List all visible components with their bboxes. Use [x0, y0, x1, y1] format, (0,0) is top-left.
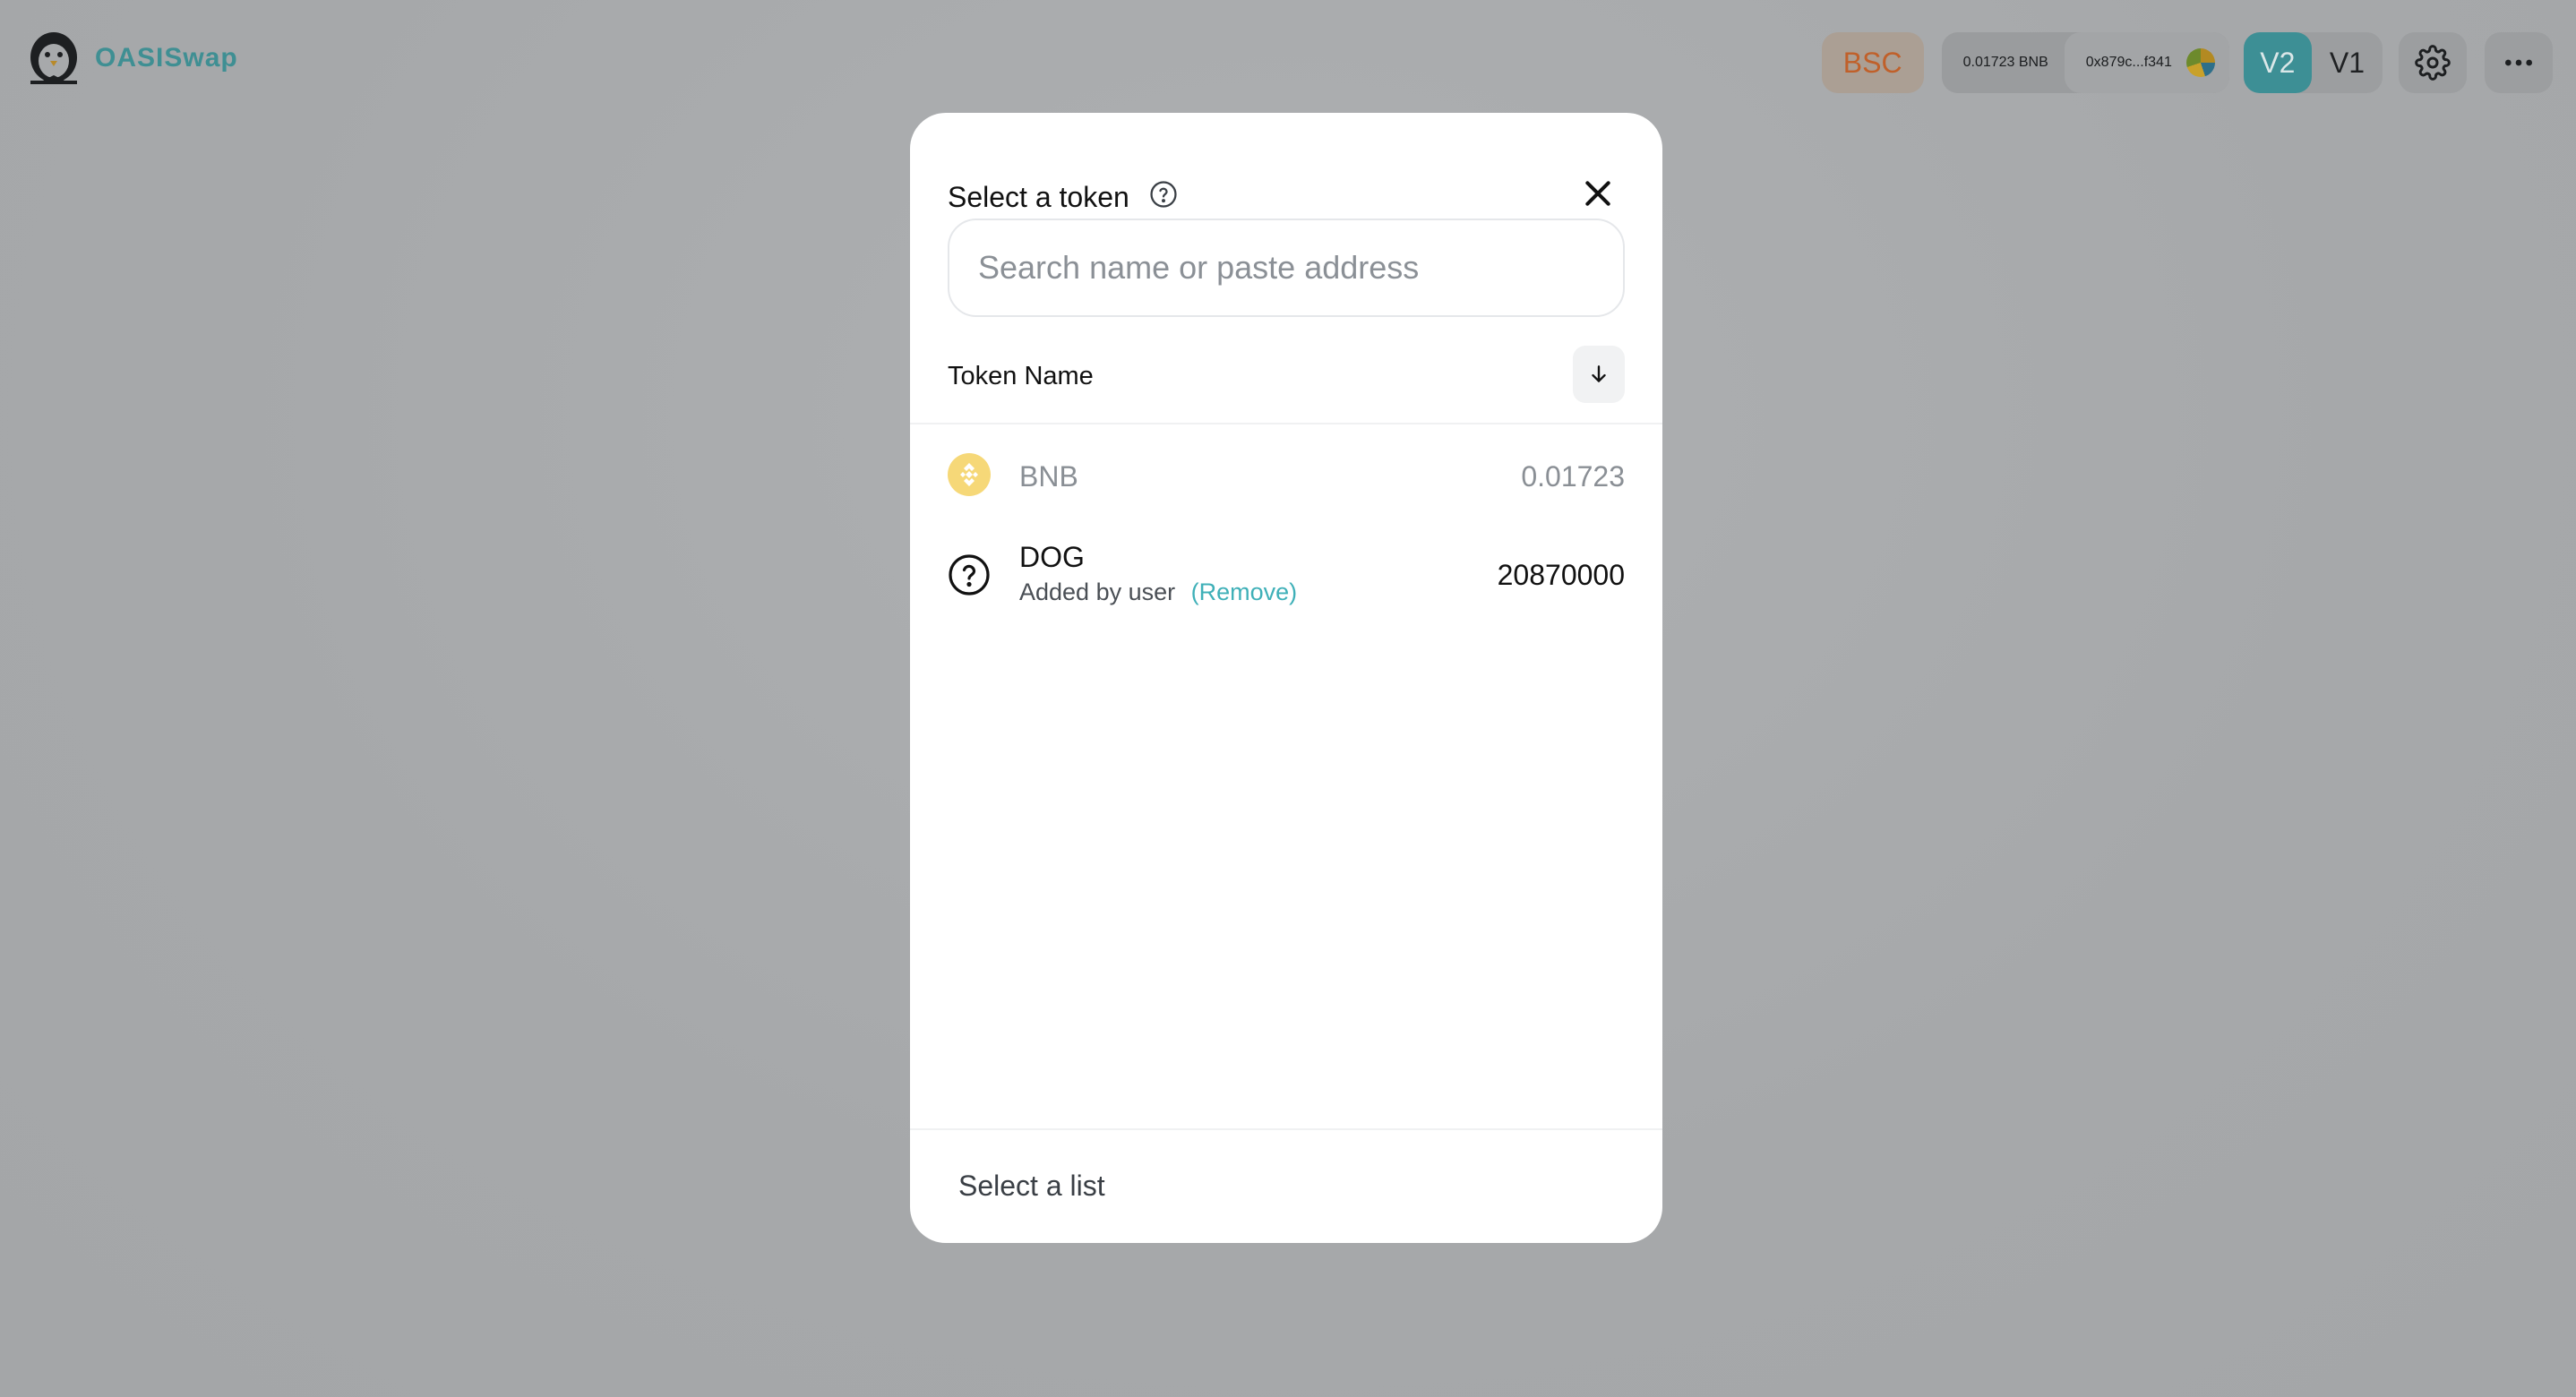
more-menu-button[interactable]	[2485, 32, 2553, 93]
select-list-button[interactable]: Select a list	[958, 1170, 1105, 1203]
modal-title: Select a token	[948, 181, 1129, 213]
wallet-info[interactable]: 0.01723 BNB 0x879c...f341	[1941, 32, 2229, 93]
wallet-address: 0x879c...f341	[2085, 55, 2172, 70]
question-circle-icon[interactable]	[1148, 179, 1179, 210]
header-controls: BSC 0.01723 BNB 0x879c...f341 V2 V1	[1821, 32, 2553, 93]
token-balance: 0.01723	[1521, 460, 1625, 493]
token-name-column-label: Token Name	[948, 362, 1094, 390]
sort-button[interactable]	[1573, 346, 1625, 403]
footer-divider	[910, 1128, 1662, 1130]
header-divider	[910, 423, 1662, 424]
version-v2-button[interactable]: V2	[2243, 32, 2312, 93]
arrow-down-icon	[1592, 365, 1606, 382]
select-token-modal: Select a token Token Name	[910, 113, 1662, 1243]
wallet-address-button[interactable]: 0x879c...f341	[2064, 32, 2229, 93]
token-list-header: Token Name	[948, 342, 1625, 405]
wallet-balance: 0.01723 BNB	[1962, 55, 2048, 70]
network-badge[interactable]: BSC	[1821, 32, 1924, 93]
top-bar: OASISwap BSC 0.01723 BNB 0x879c...f341 V…	[0, 0, 2576, 125]
token-symbol: BNB	[1019, 460, 1078, 493]
penguin-logo-icon	[30, 32, 77, 84]
added-by-user-label: Added by user	[1019, 579, 1176, 605]
token-list-item[interactable]: DOG Added by user (Remove) 20870000	[948, 541, 1625, 630]
app-logo[interactable]: OASISwap	[25, 30, 238, 86]
more-dots-icon	[2505, 59, 2532, 66]
wallet-avatar-icon	[2185, 48, 2215, 77]
token-balance: 20870000	[1497, 559, 1625, 591]
settings-button[interactable]	[2399, 32, 2467, 93]
bnb-coin-icon	[948, 453, 991, 496]
token-list-item[interactable]: BNB 0.01723	[948, 453, 1625, 516]
logo-text: OASISwap	[95, 43, 238, 73]
version-v1-button[interactable]: V1	[2312, 32, 2383, 93]
token-search-input[interactable]	[948, 219, 1625, 317]
modal-header: Select a token	[948, 172, 1625, 226]
token-sublabel: Added by user (Remove)	[1019, 579, 1297, 606]
version-toggle: V2 V1	[2243, 32, 2383, 93]
unknown-token-icon	[949, 554, 990, 596]
remove-token-link[interactable]: (Remove)	[1191, 579, 1298, 605]
gear-icon	[2415, 45, 2451, 81]
page-backdrop: OASISwap BSC 0.01723 BNB 0x879c...f341 V…	[0, 0, 2576, 1397]
token-symbol: DOG	[1019, 541, 1085, 573]
close-icon[interactable]	[1580, 176, 1616, 211]
